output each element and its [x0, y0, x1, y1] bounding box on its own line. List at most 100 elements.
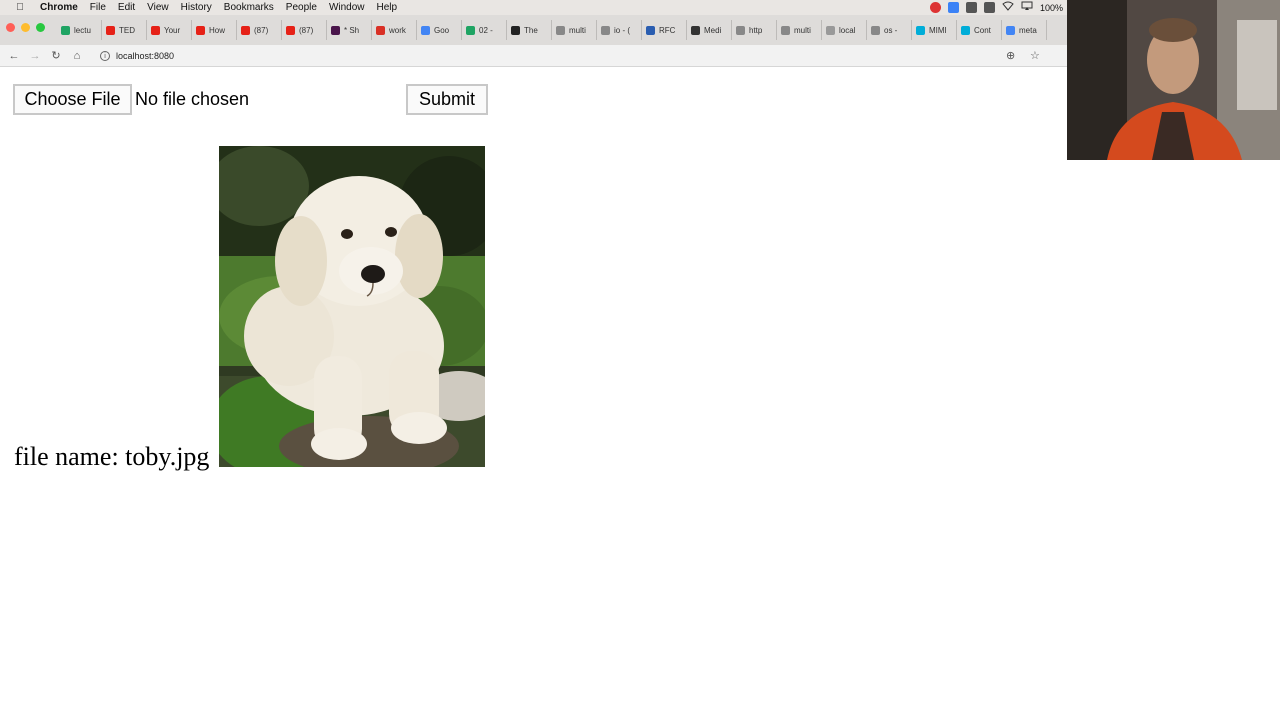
browser-tab[interactable]: lectu: [57, 20, 102, 40]
browser-tab[interactable]: How: [192, 20, 237, 40]
menu-view[interactable]: View: [147, 2, 169, 13]
menu-history[interactable]: History: [181, 2, 212, 13]
tab-label: Your: [164, 25, 181, 35]
drive-icon: [61, 25, 70, 35]
menu-help[interactable]: Help: [377, 2, 398, 13]
menu-app-name[interactable]: Chrome: [40, 2, 78, 13]
home-icon[interactable]: ⌂: [70, 49, 84, 63]
tab-label: Goo: [434, 25, 450, 35]
forward-arrow-icon[interactable]: →: [28, 49, 42, 63]
reload-icon[interactable]: ↻: [49, 49, 63, 63]
wifi-icon[interactable]: [1002, 1, 1014, 14]
gmail-icon: [376, 25, 385, 35]
status-app-icon-3[interactable]: [984, 2, 995, 13]
hash-icon: [331, 25, 340, 35]
menu-file[interactable]: File: [90, 2, 106, 13]
browser-tab[interactable]: os -: [867, 20, 912, 40]
menu-bookmarks[interactable]: Bookmarks: [224, 2, 274, 13]
tab-label: meta: [1019, 25, 1037, 35]
menu-window[interactable]: Window: [329, 2, 365, 13]
status-app-icon-2[interactable]: [966, 2, 977, 13]
url-text[interactable]: localhost:8080: [116, 51, 174, 61]
search-icon: [871, 25, 880, 35]
google-icon: [1006, 25, 1015, 35]
tab-label: TED: [119, 25, 135, 35]
tab-label: * Sh: [344, 25, 360, 35]
browser-tab[interactable]: RFC: [642, 20, 687, 40]
browser-tab[interactable]: Medi: [687, 20, 732, 40]
tabs-container: lectu TED Your How (87) (87) * Sh work Goo 02 - Th…: [57, 20, 1047, 40]
browser-tab[interactable]: 02 -: [462, 20, 507, 40]
browser-tab[interactable]: The: [507, 20, 552, 40]
uploaded-file-name: file name: toby.jpg: [14, 442, 210, 471]
tab-label: Cont: [974, 25, 991, 35]
rfc-icon: [646, 25, 655, 35]
search-icon: [601, 25, 610, 35]
search-icon: [736, 25, 745, 35]
tab-label: os -: [884, 25, 898, 35]
browser-tab[interactable]: * Sh: [327, 20, 372, 40]
submit-button[interactable]: Submit: [406, 84, 488, 115]
back-arrow-icon[interactable]: ←: [7, 49, 21, 63]
youtube-icon: [286, 25, 295, 35]
airplay-icon[interactable]: [1021, 1, 1033, 14]
menu-edit[interactable]: Edit: [118, 2, 135, 13]
youtube-icon: [106, 25, 115, 35]
tab-label: multi: [794, 25, 811, 35]
tab-label: (87): [299, 25, 314, 35]
tab-label: (87): [254, 25, 269, 35]
site-info-icon[interactable]: i: [100, 51, 110, 61]
tab-label: lectu: [74, 25, 91, 35]
browser-tab[interactable]: work: [372, 20, 417, 40]
browser-tab[interactable]: Your: [147, 20, 192, 40]
tab-label: http: [749, 25, 763, 35]
status-cursor-icon[interactable]: [948, 2, 959, 13]
tab-label: local: [839, 25, 856, 35]
search-icon: [781, 25, 790, 35]
status-app-icon[interactable]: [930, 2, 941, 13]
browser-tab[interactable]: TED: [102, 20, 147, 40]
z-icon: [511, 25, 520, 35]
zoom-icon[interactable]: ⊕: [1006, 49, 1015, 62]
tab-label: work: [389, 25, 406, 35]
browser-tab[interactable]: multi: [552, 20, 597, 40]
browser-tab[interactable]: io - (: [597, 20, 642, 40]
choose-file-button[interactable]: Choose File: [13, 84, 132, 115]
browser-tab[interactable]: multi: [777, 20, 822, 40]
tab-label: multi: [569, 25, 586, 35]
page-content: Choose File No file chosen Submit file n…: [0, 68, 1280, 720]
zoom-window-button[interactable]: [36, 22, 45, 32]
gopher-icon: [916, 25, 925, 35]
browser-tab[interactable]: local: [822, 20, 867, 40]
drive-icon: [466, 25, 475, 35]
google-account-icon: [421, 25, 430, 35]
close-window-button[interactable]: [6, 22, 15, 32]
page-icon: [826, 25, 835, 35]
tab-label: io - (: [614, 25, 630, 35]
wikipedia-icon: [691, 25, 700, 35]
tab-label: The: [524, 25, 538, 35]
browser-tab[interactable]: MIMI: [912, 20, 957, 40]
browser-tab[interactable]: Cont: [957, 20, 1002, 40]
uploaded-puppy-image: [219, 146, 485, 467]
tab-label: How: [209, 25, 226, 35]
browser-tab[interactable]: http: [732, 20, 777, 40]
file-status-text: No file chosen: [135, 89, 250, 109]
browser-tab[interactable]: Goo: [417, 20, 462, 40]
search-icon: [556, 25, 565, 35]
bookmark-star-icon[interactable]: ☆: [1030, 49, 1040, 62]
apple-icon[interactable]: : [12, 2, 28, 13]
tab-label: 02 -: [479, 25, 493, 35]
browser-tab[interactable]: (87): [282, 20, 327, 40]
tab-label: RFC: [659, 25, 676, 35]
menu-people[interactable]: People: [286, 2, 317, 13]
tab-label: Medi: [704, 25, 722, 35]
browser-tab[interactable]: (87): [237, 20, 282, 40]
tab-label: MIMI: [929, 25, 947, 35]
youtube-icon: [241, 25, 250, 35]
browser-tab[interactable]: meta: [1002, 20, 1047, 40]
address-bar[interactable]: i localhost:8080: [96, 47, 1060, 65]
menu-status-area: 100%: [930, 0, 1063, 15]
minimize-window-button[interactable]: [21, 22, 30, 32]
battery-percent: 100%: [1040, 2, 1064, 13]
